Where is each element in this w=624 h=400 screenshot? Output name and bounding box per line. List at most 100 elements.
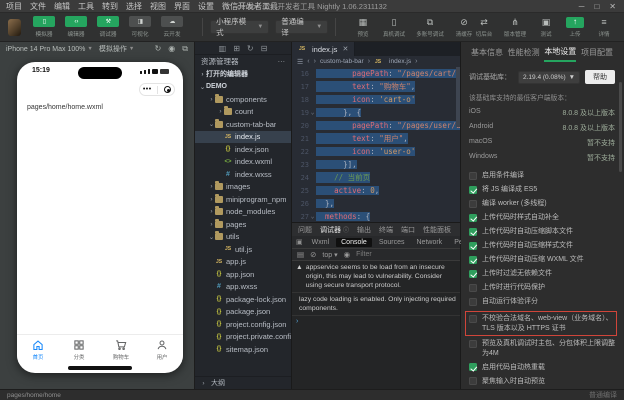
- setting-item[interactable]: 上传代码时自动压缩样式文件: [469, 241, 615, 251]
- clear-console-icon[interactable]: ⊘: [310, 250, 316, 259]
- menu-item[interactable]: 视图: [150, 1, 166, 12]
- back-icon[interactable]: ‹: [307, 58, 309, 65]
- tab-category[interactable]: 分类: [59, 339, 101, 361]
- layout-icon[interactable]: ▥: [219, 44, 227, 53]
- tree-item[interactable]: ⌄ custom-tab-bar: [195, 118, 291, 131]
- panel-toggle-button[interactable]: ☁ 云开发: [159, 16, 185, 38]
- devtools-tab[interactable]: Sources: [374, 238, 410, 247]
- tree-item[interactable]: › count: [195, 106, 291, 119]
- checkbox[interactable]: [469, 363, 477, 371]
- setting-item[interactable]: 启用条件编译: [469, 171, 615, 181]
- user-avatar[interactable]: [8, 18, 22, 36]
- toolbar-action-button[interactable]: ▯ 真机调试: [382, 17, 406, 38]
- setting-item[interactable]: 上传代码时样式自动补全: [469, 213, 615, 223]
- checkbox[interactable]: [469, 227, 477, 236]
- forward-icon[interactable]: ›: [314, 58, 316, 65]
- tree-item[interactable]: util.js: [195, 243, 291, 256]
- refresh-icon[interactable]: ↻: [247, 44, 254, 53]
- tab-user[interactable]: 用户: [142, 339, 184, 361]
- tree-item[interactable]: app.wxss: [195, 281, 291, 294]
- console-prompt[interactable]: ›: [292, 316, 460, 327]
- setting-item[interactable]: 编译 worker (多线程): [469, 199, 615, 209]
- checkbox[interactable]: [469, 297, 477, 306]
- breadcrumb[interactable]: ☰ ‹ › custom-tab-bar › index.js ›: [292, 56, 460, 67]
- tree-item[interactable]: index.wxss: [195, 168, 291, 181]
- checkbox[interactable]: [469, 269, 477, 278]
- tree-item[interactable]: app.json: [195, 268, 291, 281]
- compile-select[interactable]: 普通编译 ▼: [275, 17, 329, 37]
- menu-icon[interactable]: ☰: [297, 58, 303, 66]
- tree-item[interactable]: project.config.json: [195, 318, 291, 331]
- fold-icon[interactable]: ⌄: [309, 213, 316, 220]
- maximize-icon[interactable]: □: [594, 2, 599, 11]
- panel-toggle-button[interactable]: ⚒ 调试器: [95, 16, 121, 38]
- simulate-action-select[interactable]: 模拟操作 ▼: [99, 44, 134, 54]
- screenshot-icon[interactable]: ◉: [168, 44, 175, 54]
- code-line[interactable]: 24 ⌄ // 当前页: [292, 171, 460, 184]
- toolbar-action-button[interactable]: ▣ 测试: [536, 17, 556, 38]
- menu-item[interactable]: 设置: [198, 1, 214, 12]
- console-message[interactable]: lazy code loading is enabled. Only injec…: [292, 293, 460, 316]
- detach-window-icon[interactable]: ⧉: [182, 44, 188, 54]
- minimize-icon[interactable]: ─: [579, 2, 585, 11]
- code-line[interactable]: 21 ⌄ text: "用户",: [292, 132, 460, 145]
- tree-item[interactable]: package.json: [195, 306, 291, 319]
- menu-item[interactable]: 工具: [78, 1, 94, 12]
- base-library-select[interactable]: 2.19.4 (0.08%) ▼: [518, 70, 580, 84]
- tab-home[interactable]: 首页: [17, 339, 59, 361]
- code-line[interactable]: 19 ⌄ }, {: [292, 106, 460, 119]
- tree-item[interactable]: index.json: [195, 143, 291, 156]
- rotate-icon[interactable]: ↻: [155, 44, 162, 54]
- exit-icon[interactable]: [164, 86, 172, 93]
- collapse-icon[interactable]: ⊟: [261, 44, 268, 53]
- setting-item[interactable]: 启用代码自动热重载: [469, 363, 615, 373]
- setting-item[interactable]: 将 JS 编译成 ES5: [469, 185, 615, 195]
- setting-item[interactable]: 聚焦输入时自动预览: [469, 377, 615, 387]
- panel-tab[interactable]: 输出: [357, 225, 371, 235]
- code-line[interactable]: 18 ⌄ icon: 'cart-o': [292, 93, 460, 106]
- code-editor[interactable]: 16 ⌄ pagePath: "/pages/cart/cart", 17 ⌄ …: [292, 67, 460, 222]
- console-message[interactable]: ▲ appservice seems to be load from an in…: [292, 261, 460, 293]
- toolbar-action-button[interactable]: ↑ 上传: [565, 16, 585, 38]
- tree-item[interactable]: › miniprogram_npm: [195, 193, 291, 206]
- panel-toggle-button[interactable]: ▯ 模拟器: [31, 16, 57, 38]
- toolbar-action-button[interactable]: ▦ 预览: [353, 17, 373, 38]
- setting-item[interactable]: 预览及真机调试时主包、分包体积上限调整为4M: [469, 339, 615, 358]
- setting-item[interactable]: 不校验合法域名、web-view（业务域名）、TLS 版本以及 HTTPS 证书: [465, 311, 617, 336]
- close-tab-icon[interactable]: ✕: [342, 45, 348, 53]
- checkbox[interactable]: [469, 314, 477, 323]
- toolbar-action-button[interactable]: ⇄ 切后台: [474, 17, 494, 38]
- panel-tab[interactable]: 调试器 ⓘ: [320, 225, 349, 235]
- panel-tab[interactable]: 终端: [379, 225, 393, 235]
- tree-item[interactable]: › pages: [195, 218, 291, 231]
- setting-item[interactable]: 上传时过滤无依赖文件: [469, 269, 615, 279]
- details-tab[interactable]: 基本信息: [471, 43, 503, 61]
- panel-toggle-button[interactable]: ‹› 编辑器: [63, 16, 89, 38]
- tree-item[interactable]: package-lock.json: [195, 293, 291, 306]
- tree-item[interactable]: app.js: [195, 256, 291, 269]
- checkbox[interactable]: [469, 283, 477, 292]
- menu-item[interactable]: 文件: [30, 1, 46, 12]
- editor-tab[interactable]: index.js ✕: [292, 42, 356, 56]
- tree-item[interactable]: ⌄ utils: [195, 231, 291, 244]
- checkbox[interactable]: [469, 171, 477, 180]
- panel-toggle-button[interactable]: ◨ 可视化: [127, 16, 153, 38]
- checkbox[interactable]: [469, 213, 477, 222]
- checkbox[interactable]: [469, 185, 477, 194]
- setting-item[interactable]: 上传时进行代码保护: [469, 283, 615, 293]
- help-button[interactable]: 帮助: [585, 70, 615, 84]
- panel-tab[interactable]: 问题: [298, 225, 312, 235]
- device-select[interactable]: iPhone 14 Pro Max 100% ▼: [6, 46, 93, 53]
- details-tab[interactable]: 性能检测: [508, 43, 540, 61]
- sidebar-toggle-icon[interactable]: ▤: [297, 250, 304, 259]
- toolbar-action-button[interactable]: ≡ 详情: [594, 17, 614, 38]
- more-icon[interactable]: ⋯: [278, 57, 286, 66]
- setting-item[interactable]: 上传代码时自动压缩脚本文件: [469, 227, 615, 237]
- toolbar-action-button[interactable]: ⧉ 多账号调试: [415, 17, 445, 38]
- more-icon[interactable]: •••: [143, 86, 152, 93]
- setting-item[interactable]: 上传代码时自动压缩 WXML 文件: [469, 255, 615, 265]
- tree-item[interactable]: index.wxml: [195, 156, 291, 169]
- code-line[interactable]: 23 ⌄ }],: [292, 158, 460, 171]
- panel-tab[interactable]: 性能面板: [423, 225, 451, 235]
- toolbar-action-button[interactable]: ⋔ 版本管理: [503, 17, 527, 38]
